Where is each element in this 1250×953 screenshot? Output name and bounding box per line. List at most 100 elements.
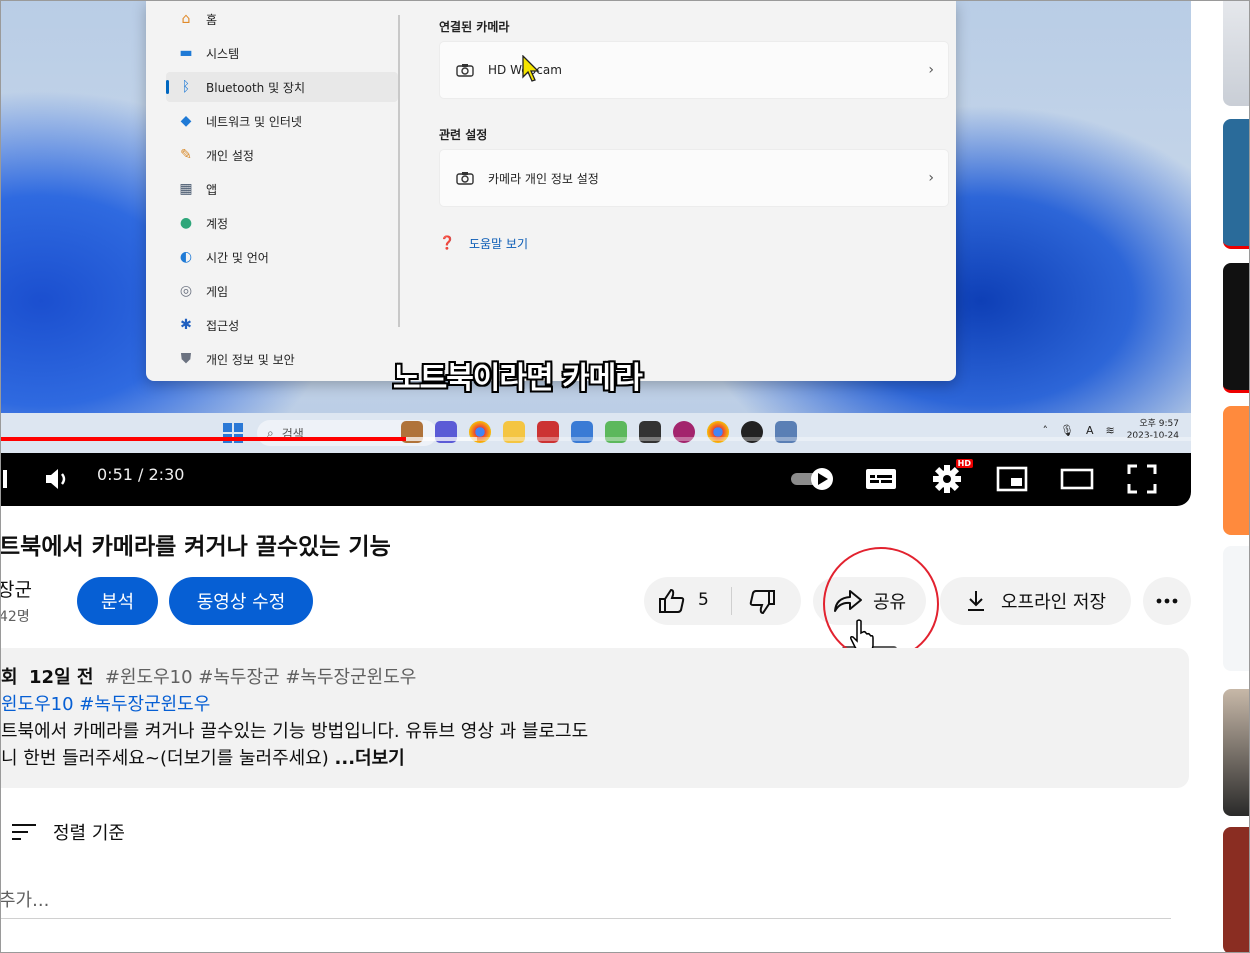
related-video-thumbnail[interactable] — [1223, 406, 1249, 535]
camera-privacy-label: 카메라 개인 정보 설정 — [488, 171, 599, 186]
settings-window: ⌂ 홈 ▬ 시스템 ᛒ Bluetooth 및 장치 ◆ 네트워크 및 인터넷 ✎ 개인 설정 ▦ 앱… — [146, 1, 956, 381]
time-display: 0:51 / 2:30 — [97, 465, 185, 484]
description-meta: 회 12일 전 #윈도우10 #녹두장군 #녹두장군윈도우 — [1, 663, 416, 689]
related-video-thumbnail[interactable] — [1223, 119, 1249, 249]
video-player[interactable]: ⌂ 홈 ▬ 시스템 ᛒ Bluetooth 및 장치 ◆ 네트워크 및 인터넷 ✎ 개인 설정 ▦ 앱… — [1, 1, 1191, 506]
view-count: 회 — [1, 667, 18, 688]
settings-nav-label: 홈 — [206, 12, 218, 27]
more-actions-button[interactable] — [1143, 577, 1191, 625]
volume-icon — [46, 469, 66, 489]
settings-nav-label: 게임 — [206, 284, 229, 299]
description-line-2: 니 한번 들러주세요~(더보기를 눌러주세요) ...더보기 — [1, 744, 405, 770]
highlight-circle — [823, 547, 939, 661]
settings-nav-item[interactable]: ⌂ 홈 — [166, 4, 398, 34]
add-comment-input[interactable]: 추가... — [1, 886, 49, 912]
wifi-icon: ≋ — [1105, 423, 1115, 437]
chevron-right-icon: › — [928, 62, 934, 78]
settings-nav-item[interactable]: ● 계정 — [166, 208, 398, 238]
bluetooth-icon: ᛒ — [181, 79, 191, 95]
edit-video-button[interactable]: 동영상 수정 — [169, 577, 313, 625]
sort-comments-button[interactable]: 정렬 기준 — [11, 819, 125, 845]
more-horizontal-icon — [1156, 598, 1178, 604]
subtitles-icon — [866, 469, 896, 489]
youtube-watch-page: ⌂ 홈 ▬ 시스템 ᛒ Bluetooth 및 장치 ◆ 네트워크 및 인터넷 ✎ 개인 설정 ▦ 앱… — [0, 0, 1250, 953]
player-controls: 0:51 / 2:30 HD — [1, 453, 1191, 506]
globe-icon: ◐ — [179, 249, 193, 265]
related-video-thumbnail[interactable] — [1223, 689, 1249, 816]
next-button[interactable] — [1, 461, 9, 497]
settings-nav-item[interactable]: ▦ 앱 — [166, 174, 398, 204]
related-settings-heading: 관련 설정 — [439, 128, 488, 142]
help-icon: ❓ — [439, 236, 456, 251]
like-dislike-group: 5 — [644, 577, 801, 625]
chevron-up-icon: ˄ — [1042, 423, 1048, 437]
description-tags[interactable]: 윈도우10 #녹두장군윈도우 — [1, 690, 210, 716]
settings-nav-item[interactable]: ◐ 시간 및 언어 — [166, 242, 398, 272]
download-label: 오프라인 저장 — [1000, 592, 1107, 613]
video-frame: ⌂ 홈 ▬ 시스템 ᛒ Bluetooth 및 장치 ◆ 네트워크 및 인터넷 ✎ 개인 설정 ▦ 앱… — [1, 1, 1191, 453]
settings-nav-item[interactable]: ⛊ 개인 정보 및 보안 — [166, 344, 398, 374]
settings-nav-item[interactable]: ᛒ Bluetooth 및 장치 — [166, 72, 398, 102]
settings-button[interactable]: HD — [929, 459, 973, 497]
theater-icon — [1060, 468, 1094, 490]
fullscreen-icon — [1127, 464, 1157, 494]
clock-time: 오후 9:57 — [1139, 419, 1179, 429]
comment-input-underline — [1, 918, 1171, 919]
theater-mode-button[interactable] — [1059, 461, 1095, 497]
settings-nav-item[interactable]: ◆ 네트워크 및 인터넷 — [166, 106, 398, 136]
settings-nav-label: 개인 설정 — [206, 148, 254, 163]
help-link[interactable]: ❓ 도움말 보기 — [439, 235, 528, 252]
related-video-thumbnail[interactable] — [1223, 1, 1249, 106]
help-link-label: 도움말 보기 — [469, 237, 529, 251]
person-icon: ● — [179, 215, 193, 231]
gamepad-icon: ◎ — [179, 283, 193, 299]
mouse-pointer-icon — [522, 55, 540, 82]
settings-nav-label: 계정 — [206, 216, 229, 231]
channel-name[interactable]: 장군 — [1, 575, 32, 602]
fullscreen-button[interactable] — [1125, 461, 1159, 497]
camera-icon — [456, 172, 474, 185]
description-line-2-text: 니 한번 들러주세요~(더보기를 눌러주세요) — [1, 748, 329, 769]
autoplay-toggle[interactable] — [789, 461, 837, 497]
settings-nav-item[interactable]: ✱ 접근성 — [166, 310, 398, 340]
description-line-1: 트북에서 카메라를 켜거나 끌수있는 기능 방법입니다. 유튜브 영상 과 블로… — [1, 721, 589, 742]
download-icon — [967, 591, 984, 611]
sort-icon — [12, 824, 36, 840]
wifi-icon: ◆ — [180, 113, 192, 129]
camera-item-hd-webcam[interactable]: HD Webcam › — [439, 41, 949, 99]
shield-icon: ⛊ — [180, 351, 192, 367]
settings-nav-item[interactable]: ✎ 개인 설정 — [166, 140, 398, 170]
autoplay-icon — [791, 468, 833, 490]
download-button[interactable]: 오프라인 저장 — [940, 577, 1131, 625]
divider — [398, 15, 400, 327]
like-count: 5 — [698, 590, 709, 610]
settings-nav-label: 시간 및 언어 — [206, 250, 269, 265]
subtitles-button[interactable] — [863, 461, 899, 497]
description-box[interactable]: 회 12일 전 #윈도우10 #녹두장군 #녹두장군윈도우 윈도우10 #녹두장… — [1, 648, 1189, 788]
thumbs-up-icon[interactable] — [658, 588, 686, 614]
connected-cameras-heading: 연결된 카메라 — [439, 20, 510, 34]
volume-button[interactable] — [41, 461, 73, 497]
thumbs-down-icon[interactable] — [748, 589, 776, 615]
related-video-thumbnail[interactable] — [1223, 546, 1249, 671]
microphone-icon: 🎙 — [1059, 423, 1074, 437]
video-subtitle: 노트북이라면 카메라 — [393, 361, 643, 396]
ime-icon: A — [1085, 423, 1094, 437]
analytics-button[interactable]: 분석 — [77, 577, 158, 625]
settings-nav-label: 앱 — [206, 182, 218, 197]
related-video-thumbnail[interactable] — [1223, 827, 1249, 952]
related-video-thumbnail[interactable] — [1223, 263, 1249, 393]
monitor-icon: ▬ — [179, 45, 193, 61]
accessibility-icon: ✱ — [180, 317, 192, 333]
miniplayer-icon — [996, 466, 1028, 492]
camera-privacy-settings-item[interactable]: 카메라 개인 정보 설정 › — [439, 149, 949, 207]
description-hashtags[interactable]: #윈도우10 #녹두장군 #녹두장군윈도우 — [105, 667, 416, 688]
settings-nav-item[interactable]: ▬ 시스템 — [166, 38, 398, 68]
chevron-right-icon: › — [928, 170, 934, 186]
windows-taskbar: ⌕ 검색 ˄ 🎙 A ≋ 오후 9:57 2023-10-24 — [1, 413, 1191, 453]
settings-sidebar: ⌂ 홈 ▬ 시스템 ᛒ Bluetooth 및 장치 ◆ 네트워크 및 인터넷 ✎ 개인 설정 ▦ 앱… — [156, 1, 401, 381]
settings-nav-item[interactable]: ◎ 게임 — [166, 276, 398, 306]
apps-icon: ▦ — [179, 181, 193, 197]
show-more-link[interactable]: ...더보기 — [335, 748, 405, 769]
miniplayer-button[interactable] — [995, 461, 1029, 497]
